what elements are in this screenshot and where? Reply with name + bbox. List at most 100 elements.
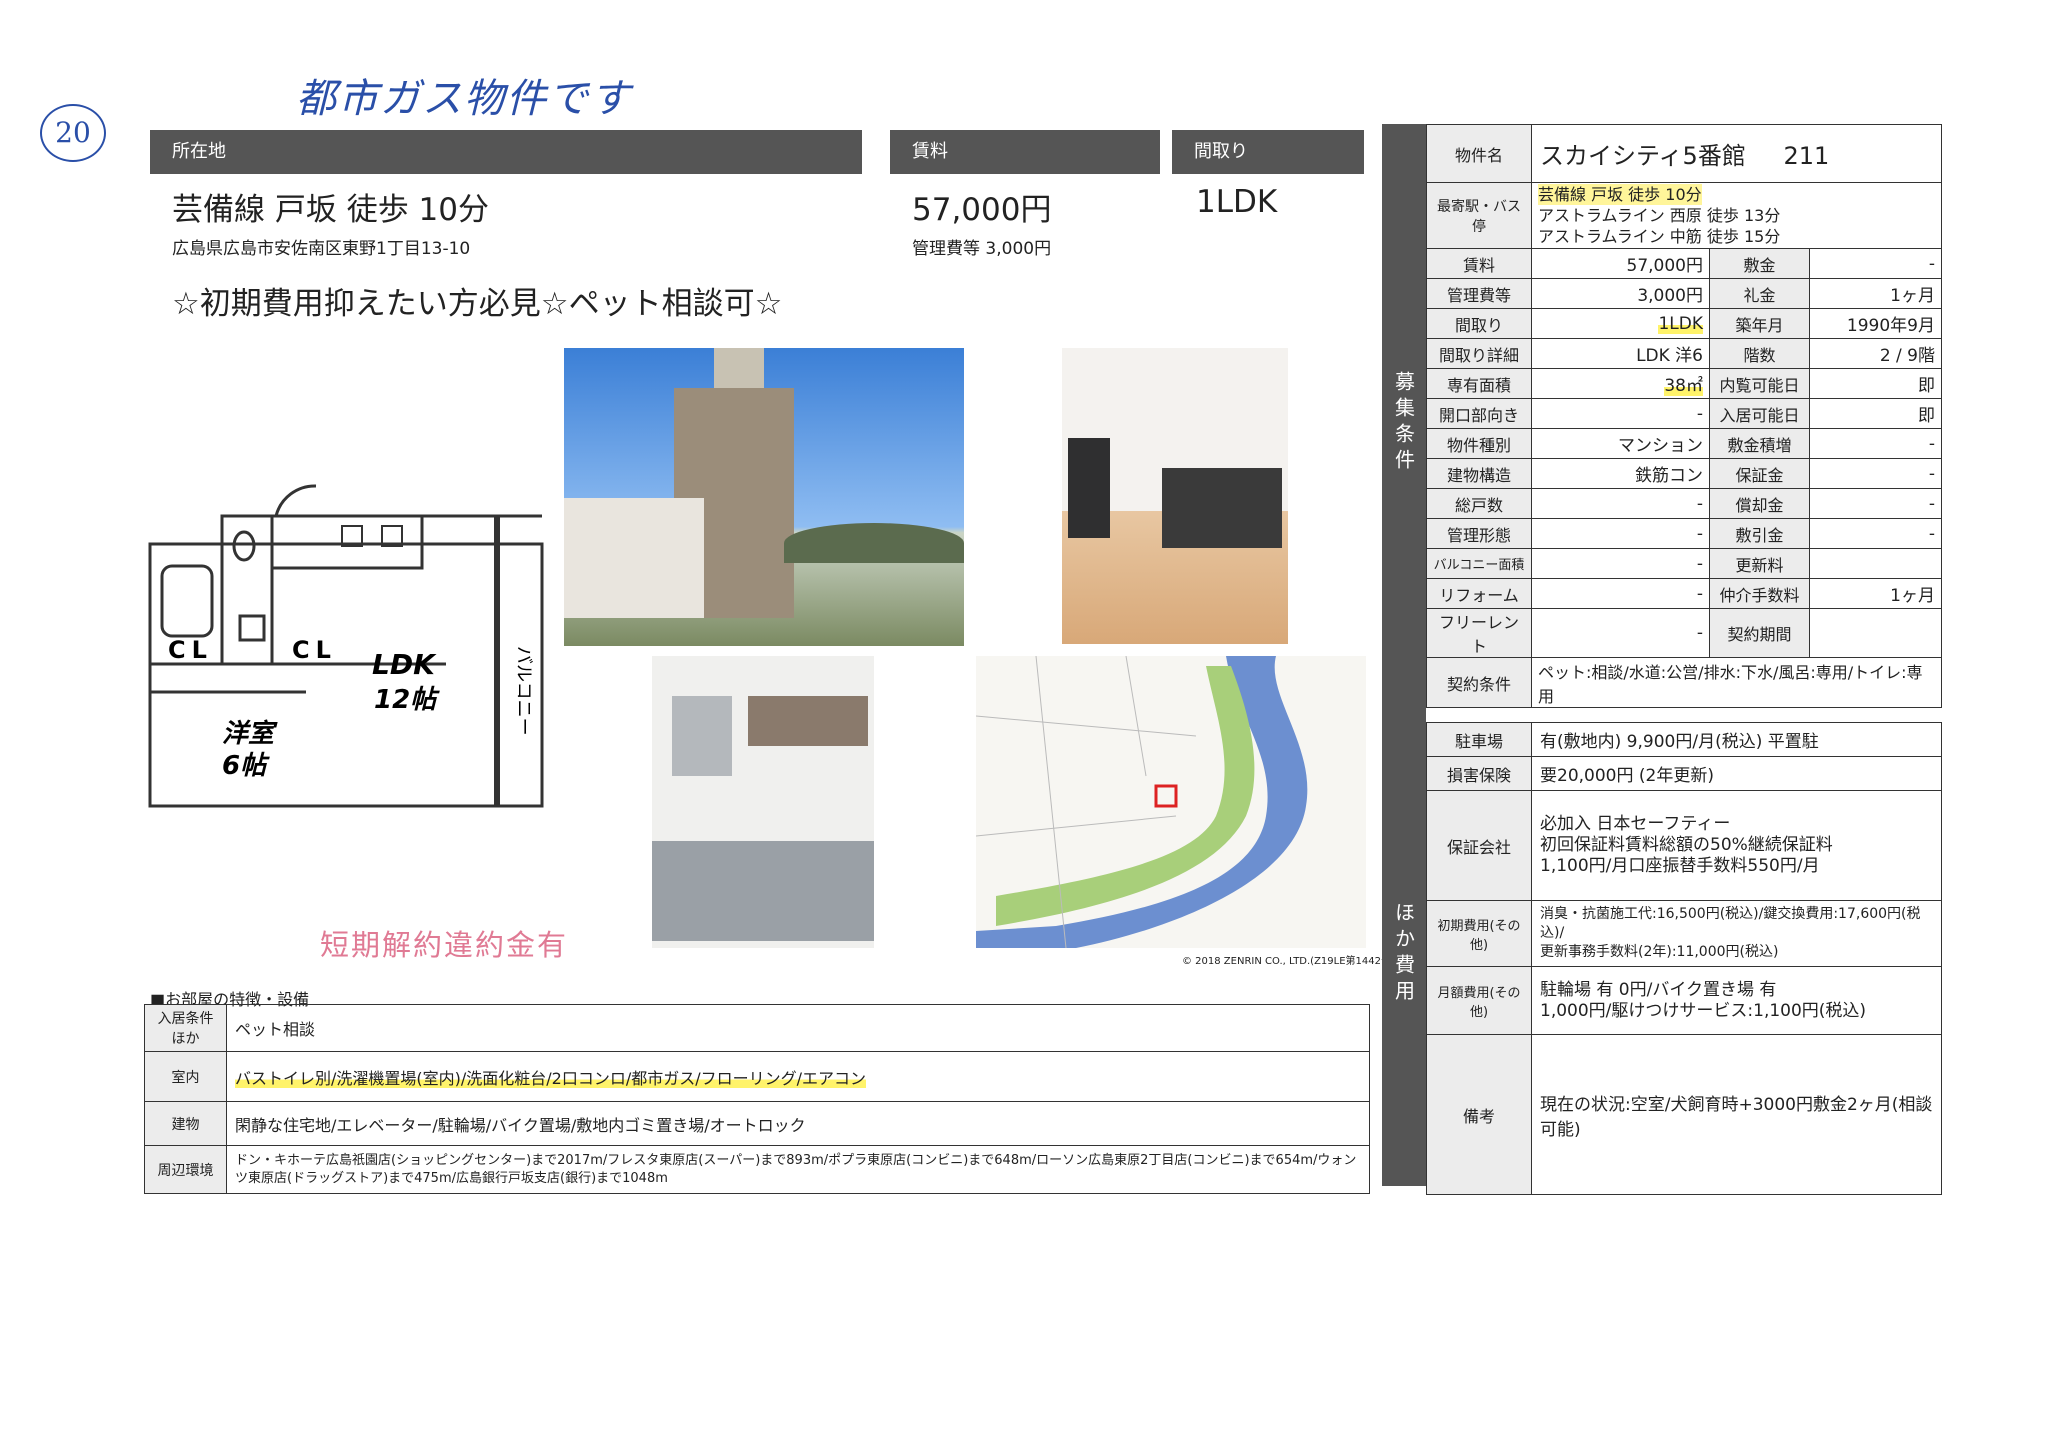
cost-value: 必加入 日本セーフティー 初回保証料賃料総額の50%継続保証料 1,100円/月… [1531, 790, 1942, 901]
table-row: 総戸数 - 償却金 - [1426, 488, 1942, 519]
feature-value: バストイレ別/洗濯機置場(室内)/洗面化粧台/2口コンロ/都市ガス/フローリング… [226, 1051, 1370, 1102]
cost-line: 駐輪場 有 0円/バイク置き場 有 [1540, 979, 1777, 1000]
location-header: 所在地 [150, 130, 862, 174]
cond-label: 敷引金 [1709, 518, 1810, 549]
cond-label: 専有面積 [1426, 368, 1532, 399]
closet-label-1: CL [168, 636, 213, 664]
station-cell: 芸備線 戸坂 徒歩 10分 アストラムライン 西原 徒歩 13分 アストラムライ… [1531, 182, 1942, 249]
layout-header: 間取り [1172, 130, 1364, 174]
feature-value: ドン・キホーテ広島祇園店(ショッピングセンター)まで2017m/フレスタ東原店(… [226, 1145, 1370, 1194]
station-label: 最寄駅・バス停 [1426, 182, 1532, 249]
table-row: 間取り 1LDK 築年月 1990年9月 [1426, 308, 1942, 339]
cond-label: リフォーム [1426, 578, 1532, 609]
cond-label: 敷金積増 [1709, 428, 1810, 459]
map-credit: © 2018 ZENRIN CO., LTD.(Z19LE第1442号) [1182, 956, 1395, 967]
ldk-label: LDK [372, 648, 437, 681]
table-row: 入居条件ほか ペット相談 [144, 1004, 1370, 1052]
cost-label: 保証会社 [1426, 790, 1532, 901]
cond-label: 間取り [1426, 308, 1532, 339]
cond-value: - [1531, 608, 1710, 658]
location-address: 広島県広島市安佐南区東野1丁目13-10 [172, 239, 471, 259]
table-row: 専有面積 38㎡ 内覧可能日即 [1426, 368, 1942, 399]
table-row: 最寄駅・バス停 芸備線 戸坂 徒歩 10分 アストラムライン 西原 徒歩 13分… [1426, 182, 1942, 249]
cond-value [1809, 608, 1942, 658]
cond-value: - [1531, 548, 1710, 579]
cond-label: 償却金 [1709, 488, 1810, 519]
table-row: 間取り詳細 LDK 洋6 階数 2 / 9階 [1426, 338, 1942, 369]
table-row: 管理形態 - 敷引金 - [1426, 518, 1942, 549]
area-map [976, 656, 1366, 948]
cond-value: - [1531, 488, 1710, 519]
table-row: バルコニー面積 - 更新料 [1426, 548, 1942, 579]
table-row: 駐車場 有(敷地内) 9,900円/月(税込) 平置駐 [1426, 722, 1942, 757]
table-row: 賃料 57,000円 敷金 - [1426, 248, 1942, 279]
costs-table: 駐車場 有(敷地内) 9,900円/月(税込) 平置駐 損害保険 要20,000円 … [1426, 722, 1942, 1195]
property-name-cell: スカイシティ5番館 211 [1531, 124, 1942, 183]
rent-value: 57,000円 [912, 192, 1052, 228]
floor-plan: CL CL LDK 12帖 洋室 6帖 バルコニー [148, 484, 544, 808]
table-row: フリーレント - 契約期間 [1426, 608, 1942, 658]
cost-line: 更新事務手数料(2年):11,000円(税込) [1540, 944, 1779, 960]
layout-value: 1LDK [1196, 184, 1278, 220]
table-row: 保証会社 必加入 日本セーフティー 初回保証料賃料総額の50%継続保証料 1,1… [1426, 790, 1942, 901]
feature-value: 閑静な住宅地/エレベーター/駐輪場/バイク置場/敷地内ゴミ置き場/オートロック [226, 1101, 1370, 1146]
cond-value: - [1809, 518, 1942, 549]
table-row: 開口部向き - 入居可能日即 [1426, 398, 1942, 429]
cond-label: 入居可能日 [1709, 398, 1810, 429]
conditions-table: 物件名 スカイシティ5番館 211 最寄駅・バス停 芸備線 戸坂 徒歩 10分 … [1426, 124, 1942, 708]
rent-header: 賃料 [890, 130, 1160, 174]
property-name-label: 物件名 [1426, 124, 1532, 183]
property-name: スカイシティ5番館 [1540, 142, 1746, 170]
cost-label: 駐車場 [1426, 722, 1532, 757]
cost-line: 消臭・抗菌施工代:16,500円(税込)/鍵交換費用:17,600円(税込)/ [1540, 906, 1921, 941]
table-row: リフォーム - 仲介手数料 1ヶ月 [1426, 578, 1942, 609]
cost-label: 損害保険 [1426, 756, 1532, 791]
cond-label: 内覧可能日 [1709, 368, 1810, 399]
cond-label: 保証金 [1709, 458, 1810, 489]
feature-value-text: バストイレ別/洗濯機置場(室内)/洗面化粧台/2口コンロ/都市ガス/フローリング… [235, 1068, 867, 1088]
cond-value: - [1531, 518, 1710, 549]
cond-value: LDK 洋6 [1531, 338, 1710, 369]
feature-label: 室内 [144, 1051, 227, 1102]
location-line: 芸備線 戸坂 徒歩 10分 [172, 192, 490, 228]
cond-label: 管理形態 [1426, 518, 1532, 549]
cost-line: 1,100円/月口座振替手数料550円/月 [1540, 856, 1820, 876]
table-row: 物件種別 マンション 敷金積増 - [1426, 428, 1942, 459]
cond-value: 即 [1809, 398, 1942, 429]
cond-label: 間取り詳細 [1426, 338, 1532, 369]
cond-value-text: 1LDK [1658, 313, 1703, 334]
cond-label: フリーレント [1426, 608, 1532, 658]
cost-label: 月額費用(その他) [1426, 966, 1532, 1035]
cond-label: 管理費等 [1426, 278, 1532, 309]
feature-label: 建物 [144, 1101, 227, 1146]
cost-value: 現在の状況:空室/犬飼育時+3000円敷金2ヶ月(相談可能) [1531, 1034, 1942, 1195]
features-table: 入居条件ほか ペット相談 室内 バストイレ別/洗濯機置場(室内)/洗面化粧台/2… [144, 1004, 1370, 1194]
contract-value: ペット:相談/水道:公営/排水:下水/風呂:専用/トイレ:専用 [1531, 657, 1942, 708]
handwritten-number-circle: 20 [40, 104, 106, 162]
table-row: 室内 バストイレ別/洗濯機置場(室内)/洗面化粧台/2口コンロ/都市ガス/フロー… [144, 1051, 1370, 1102]
feature-value: ペット相談 [226, 1004, 1370, 1052]
property-room: 211 [1783, 142, 1830, 170]
cond-label: 建物構造 [1426, 458, 1532, 489]
conditions-side-label: 募集条件 [1382, 124, 1426, 722]
cost-label: 備考 [1426, 1034, 1532, 1195]
cond-value: - [1531, 578, 1710, 609]
cond-label: 契約期間 [1709, 608, 1810, 658]
cost-line: 初回保証料賃料総額の50%継続保証料 [1540, 835, 1833, 855]
table-row: 初期費用(その他) 消臭・抗菌施工代:16,500円(税込)/鍵交換費用:17,… [1426, 900, 1942, 967]
cond-value: - [1809, 428, 1942, 459]
cond-value: 38㎡ [1531, 368, 1710, 399]
cost-value: 要20,000円 (2年更新) [1531, 756, 1942, 791]
penalty-note: 短期解約違約金有 [320, 928, 569, 962]
room-photo [1062, 348, 1288, 644]
balcony-label: バルコニー [513, 646, 534, 736]
cost-value: 消臭・抗菌施工代:16,500円(税込)/鍵交換費用:17,600円(税込)/ … [1531, 900, 1942, 967]
table-row: 物件名 スカイシティ5番館 211 [1426, 124, 1942, 183]
western-size: 6帖 [222, 751, 270, 781]
building-photo [564, 348, 964, 646]
feature-label: 周辺環境 [144, 1145, 227, 1194]
cond-value: 57,000円 [1531, 248, 1710, 279]
cond-value: 1LDK [1531, 308, 1710, 339]
closet-label-2: CL [292, 636, 337, 664]
table-row: 周辺環境 ドン・キホーテ広島祇園店(ショッピングセンター)まで2017m/フレス… [144, 1145, 1370, 1194]
